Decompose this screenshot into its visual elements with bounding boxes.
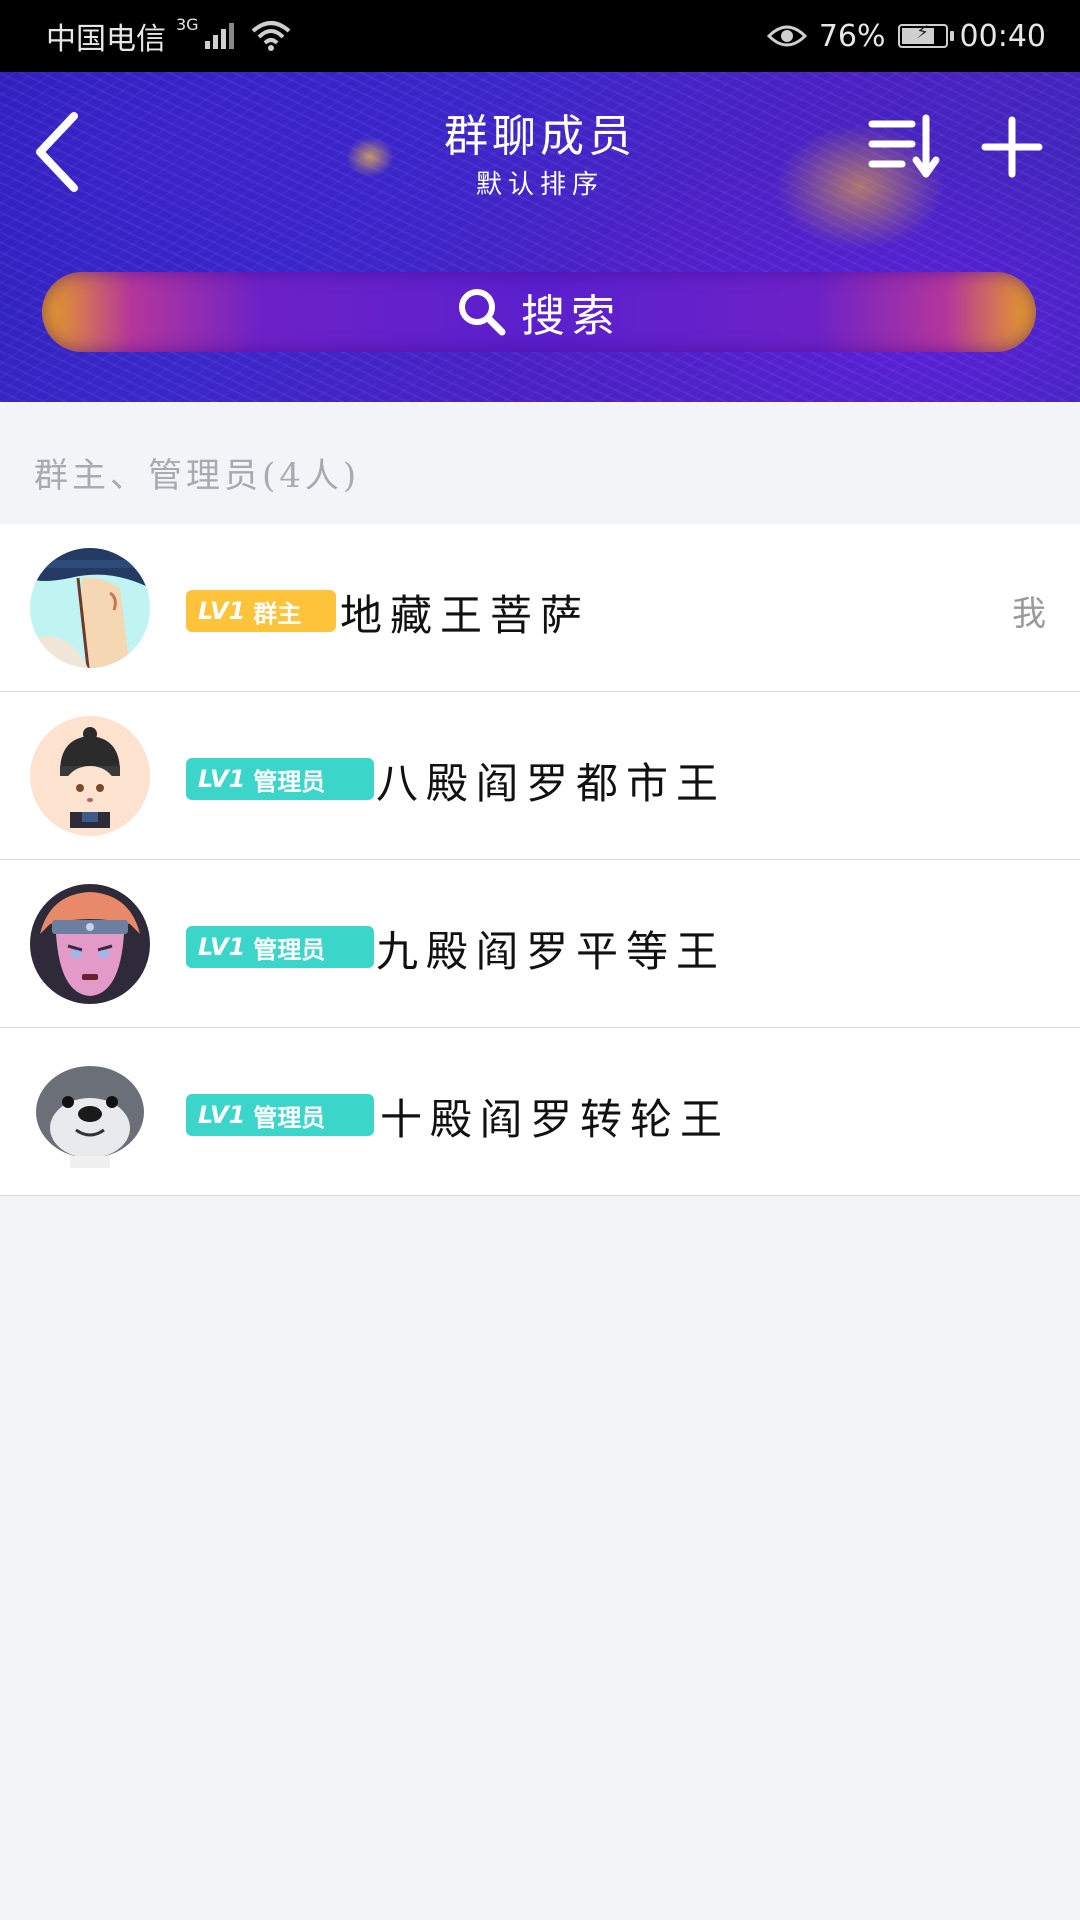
member-list: LV1 群主 地藏王菩萨 我 LV1 管理员 八殿阎罗都市王 LV1 管理员 九… — [0, 524, 1080, 1196]
battery-icon: ⚡ — [897, 22, 954, 48]
member-name: 九殿阎罗平等王 — [376, 927, 727, 976]
role-label: 管理员 — [253, 935, 326, 964]
search-icon — [459, 289, 506, 336]
carrier-label: 中国电信 — [46, 22, 166, 57]
role-label: 群主 — [253, 599, 302, 628]
level-label: LV1 — [198, 1101, 246, 1129]
member-row[interactable]: LV1 管理员 十殿阎罗转轮王 — [0, 1028, 1080, 1196]
member-row[interactable]: LV1 管理员 八殿阎罗都市王 — [0, 692, 1080, 860]
signal-icon — [204, 23, 234, 49]
level-label: LV1 — [198, 765, 246, 793]
me-tag: 我 — [1012, 594, 1046, 634]
avatar[interactable] — [30, 716, 150, 836]
battery-percent: 76% — [818, 18, 886, 54]
section-title: 群主、管理员(4人) — [34, 456, 361, 496]
status-bar: 中国电信 3G 76% ⚡ 00:40 — [0, 0, 1080, 72]
role-badge: LV1 管理员 — [186, 926, 374, 968]
role-label: 管理员 — [253, 1103, 326, 1132]
role-label: 管理员 — [253, 767, 326, 796]
role-badge: LV1 管理员 — [186, 758, 374, 800]
role-badge: LV1 管理员 — [186, 1094, 374, 1136]
member-row[interactable]: LV1 群主 地藏王菩萨 我 — [0, 524, 1080, 692]
member-row[interactable]: LV1 管理员 九殿阎罗平等王 — [0, 860, 1080, 1028]
clock: 00:40 — [959, 18, 1046, 54]
plus-icon — [981, 116, 1043, 178]
charging-icon: ⚡ — [916, 22, 929, 43]
search-bar[interactable]: 搜索 — [42, 272, 1036, 352]
eye-icon — [766, 25, 807, 47]
add-member-button[interactable] — [980, 112, 1044, 182]
level-label: LV1 — [198, 933, 246, 961]
sort-icon — [868, 114, 940, 178]
member-name: 地藏王菩萨 — [340, 591, 591, 640]
sort-button[interactable] — [868, 112, 942, 182]
network-type: 3G — [176, 14, 199, 34]
role-badge: LV1 群主 — [186, 590, 336, 632]
avatar[interactable] — [30, 884, 150, 1004]
member-name: 八殿阎罗都市王 — [376, 759, 727, 808]
search-label: 搜索 — [521, 291, 621, 342]
header-banner: 群聊成员 默认排序 搜索 — [0, 72, 1080, 402]
level-label: LV1 — [198, 597, 246, 625]
member-name: 十殿阎罗转轮王 — [380, 1095, 731, 1144]
avatar[interactable] — [30, 548, 150, 668]
avatar[interactable] — [30, 1052, 150, 1172]
wifi-icon — [251, 21, 290, 51]
